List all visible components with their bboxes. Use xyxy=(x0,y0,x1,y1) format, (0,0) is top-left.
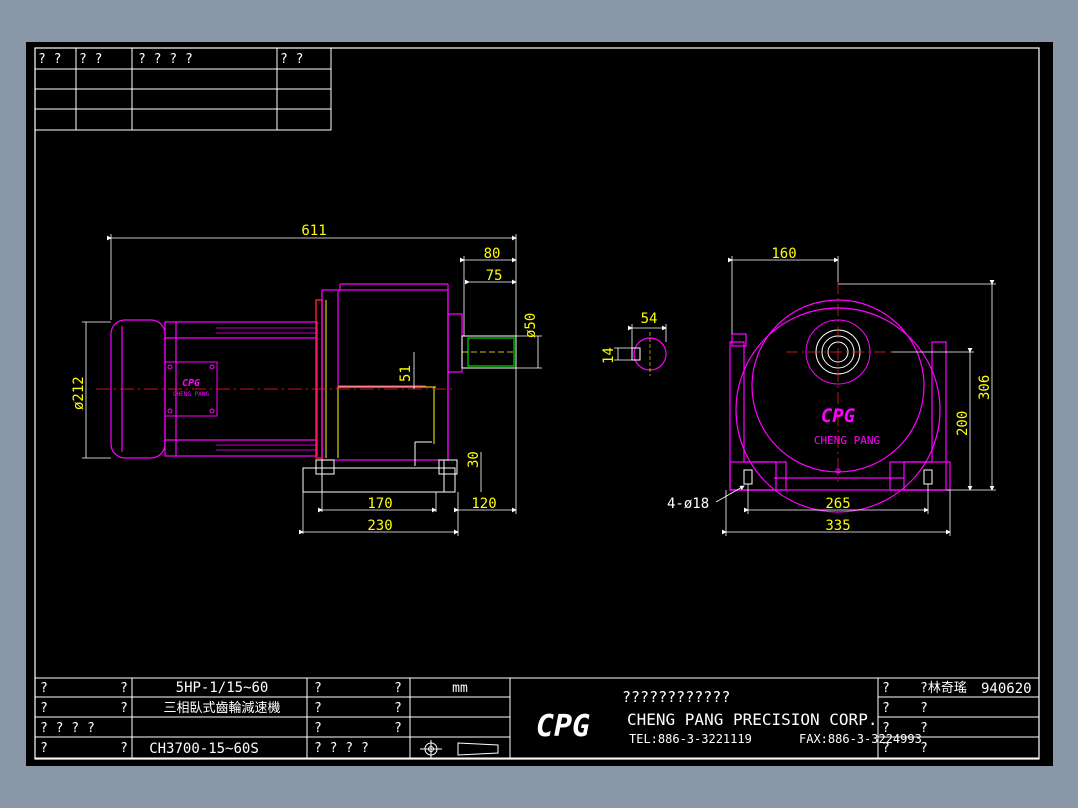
output-shaft xyxy=(461,335,517,369)
tb-m2a: ? xyxy=(314,701,322,716)
tb-l4a: ? xyxy=(40,741,48,756)
tb-l2b: ? xyxy=(120,701,128,716)
tb-m2b: ? xyxy=(394,701,402,716)
dim-265: 265 xyxy=(825,496,850,512)
revision-header-4: ? ? xyxy=(280,52,303,67)
tb-r4b: ? xyxy=(920,741,928,756)
dim-30: 30 xyxy=(466,451,482,468)
cad-drawing: ? ? ? ? ? ? ? ? ? ? CPG CHENG PANG 611 8… xyxy=(34,47,1040,760)
dim-75: 75 xyxy=(486,268,503,284)
gearbox-housing xyxy=(321,283,463,461)
tb-l4b: ? xyxy=(120,741,128,756)
front-brand: CHENG PANG xyxy=(814,434,880,447)
company-tel: TEL:886-3-3221119 xyxy=(629,732,752,746)
tb-r2b: ? xyxy=(920,701,928,716)
dim-holes: 4-ø18 xyxy=(667,496,709,512)
dim-335: 335 xyxy=(825,518,850,534)
tb-m3a: ? xyxy=(314,721,322,736)
motor-body xyxy=(110,319,318,459)
tb-unit: mm xyxy=(452,681,468,696)
projection-symbol xyxy=(420,740,499,758)
side-view: CPG CHENG PANG 611 80 75 ø50 ø212 51 30 … xyxy=(71,223,542,536)
drawing-border xyxy=(34,47,1040,760)
revision-header-2: ? ? xyxy=(79,52,102,67)
front-mark: ⊕ xyxy=(835,466,841,477)
dim-14: 14 xyxy=(601,347,617,364)
front-dimension-lines xyxy=(715,256,996,536)
company-block: CPG ???????????? CHENG PANG PRECISION CO… xyxy=(536,688,922,746)
dim-611: 611 xyxy=(301,223,326,239)
company-chinese: ???????????? xyxy=(622,688,730,706)
dim-51: 51 xyxy=(398,365,414,382)
tb-r2a: ? xyxy=(882,701,890,716)
revision-header-3: ? ? ? ? xyxy=(138,52,193,67)
dim-motor-dia: ø212 xyxy=(71,376,87,410)
tb-r3b: ? xyxy=(920,721,928,736)
tb-l1b: ? xyxy=(120,681,128,696)
dim-230: 230 xyxy=(367,518,392,534)
nameplate-logo: CPG xyxy=(182,378,200,389)
dim-80: 80 xyxy=(484,246,501,262)
revision-header-1: ? ? xyxy=(38,52,61,67)
tb-product-name: 三相臥式齒輪減速機 xyxy=(163,700,280,716)
tb-m1a: ? xyxy=(314,681,322,696)
dim-170: 170 xyxy=(367,496,392,512)
front-view: CPG CHENG PANG ⊕ 160 306 200 265 335 4-ø… xyxy=(667,246,996,536)
dim-54: 54 xyxy=(641,311,658,327)
dim-120: 120 xyxy=(471,496,496,512)
front-logo: CPG xyxy=(821,405,856,427)
dim-shaft-dia: ø50 xyxy=(523,313,539,338)
company-logo: CPG xyxy=(536,709,590,744)
tb-l2a: ? xyxy=(40,701,48,716)
tb-r4a: ? xyxy=(882,741,890,756)
tb-l1a: ? xyxy=(40,681,48,696)
tb-r3a: ? xyxy=(882,721,890,736)
nameplate-text: CHENG PANG xyxy=(173,391,210,398)
tb-m1b: ? xyxy=(394,681,402,696)
tb-m3b: ? xyxy=(394,721,402,736)
side-dimension-lines xyxy=(82,234,542,536)
key-view: 54 14 xyxy=(601,311,667,376)
tb-r1b: ?林奇瑤 xyxy=(920,680,967,696)
internal-lines xyxy=(325,300,436,458)
tb-m4: ? ? ? ? xyxy=(314,741,369,756)
tb-l3a: ? ? ? ? xyxy=(40,721,95,736)
company-english: CHENG PANG PRECISION CORP. xyxy=(627,710,877,729)
company-fax: FAX:886-3-3224993 xyxy=(799,732,922,746)
tb-r1a: ? xyxy=(882,681,890,696)
dim-200: 200 xyxy=(955,411,971,436)
tb-power: 5HP-1/15~60 xyxy=(176,680,269,696)
dim-306: 306 xyxy=(977,375,993,400)
tb-date: 940620 xyxy=(981,681,1032,697)
tb-model: CH3700-15~60S xyxy=(149,741,259,757)
dim-160: 160 xyxy=(771,246,796,262)
drawing-sheet: ? ? ? ? ? ? ? ? ? ? CPG CHENG PANG 611 8… xyxy=(26,42,1053,766)
